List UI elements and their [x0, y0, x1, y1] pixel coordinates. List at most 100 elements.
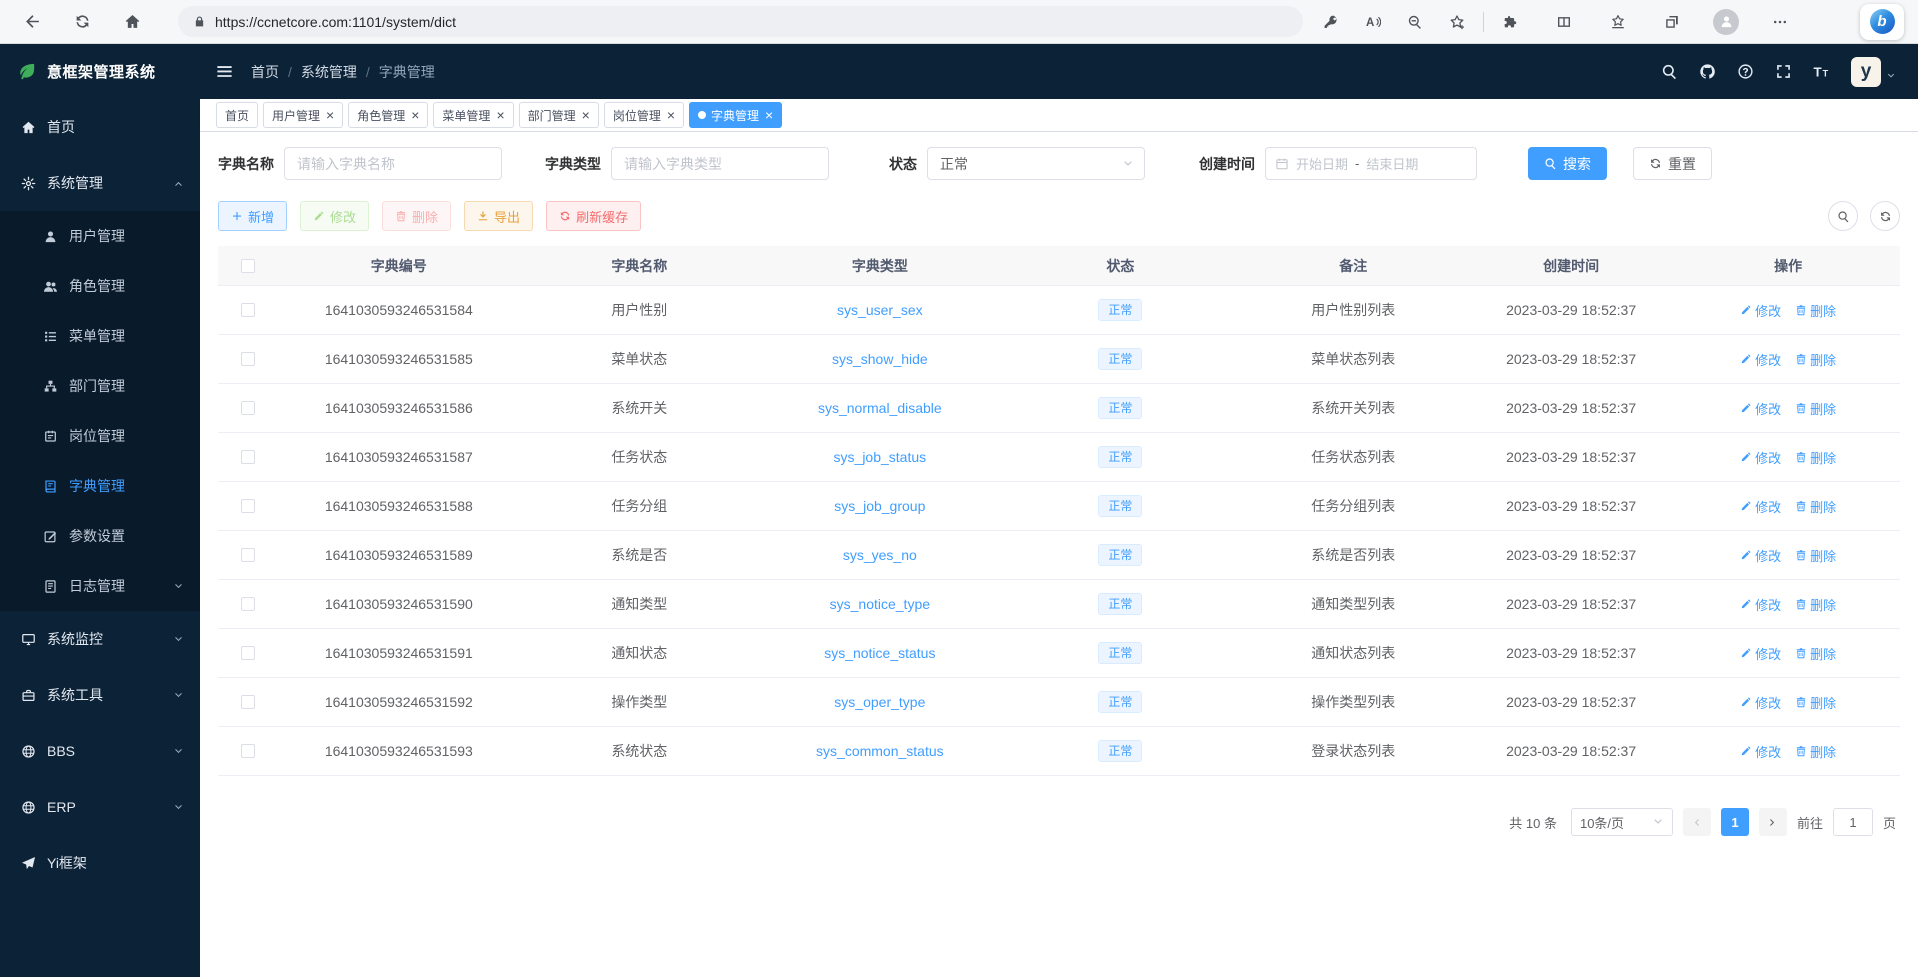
sidebar-item-erp[interactable]: ERP [0, 779, 200, 835]
dict-type-input[interactable] [611, 147, 829, 180]
row-delete-button[interactable]: 删除 [1795, 399, 1836, 418]
row-checkbox[interactable] [241, 744, 255, 758]
address-bar[interactable]: https://ccnetcore.com:1101/system/dict [178, 6, 1303, 37]
breadcrumb-item[interactable]: 首页 [251, 62, 279, 82]
refresh-table-button[interactable] [1870, 201, 1900, 231]
next-page-button[interactable] [1759, 808, 1787, 836]
collections-button[interactable] [1654, 5, 1690, 39]
dict-type-link[interactable]: sys_job_status [834, 449, 927, 465]
edit-button[interactable]: 修改 [300, 201, 369, 231]
sidebar-item-system[interactable]: 系统管理 [0, 155, 200, 211]
row-checkbox[interactable] [241, 303, 255, 317]
row-edit-button[interactable]: 修改 [1740, 595, 1781, 614]
tab-user[interactable]: 用户管理× [263, 102, 343, 128]
sidebar-item-user[interactable]: 用户管理 [0, 211, 200, 261]
row-edit-button[interactable]: 修改 [1740, 497, 1781, 516]
row-edit-button[interactable]: 修改 [1740, 742, 1781, 761]
row-delete-button[interactable]: 删除 [1795, 742, 1836, 761]
bing-sidebar-button[interactable] [1860, 4, 1904, 40]
row-checkbox[interactable] [241, 499, 255, 513]
favorites-bar-button[interactable] [1600, 5, 1636, 39]
row-checkbox[interactable] [241, 646, 255, 660]
dict-type-link[interactable]: sys_notice_type [830, 596, 930, 612]
toggle-search-button[interactable] [1828, 201, 1858, 231]
sidebar-item-post[interactable]: 岗位管理 [0, 411, 200, 461]
tab-close-icon[interactable]: × [411, 108, 419, 122]
row-checkbox[interactable] [241, 597, 255, 611]
row-edit-button[interactable]: 修改 [1740, 350, 1781, 369]
row-delete-button[interactable]: 删除 [1795, 350, 1836, 369]
select-all-checkbox[interactable] [241, 259, 255, 273]
row-delete-button[interactable]: 删除 [1795, 448, 1836, 467]
goto-page-input[interactable] [1833, 808, 1873, 836]
row-checkbox[interactable] [241, 401, 255, 415]
tab-post[interactable]: 岗位管理× [604, 102, 684, 128]
row-edit-button[interactable]: 修改 [1740, 644, 1781, 663]
row-edit-button[interactable]: 修改 [1740, 448, 1781, 467]
sidebar-item-menu[interactable]: 菜单管理 [0, 311, 200, 361]
browser-home-button[interactable] [114, 5, 150, 39]
zoom-button[interactable] [1397, 5, 1433, 39]
dict-type-link[interactable]: sys_user_sex [837, 302, 923, 318]
row-checkbox[interactable] [241, 695, 255, 709]
dict-type-link[interactable]: sys_common_status [816, 743, 944, 759]
user-avatar-button[interactable] [1851, 57, 1881, 87]
github-button[interactable] [1699, 63, 1716, 80]
sidebar-toggle-button[interactable] [215, 62, 234, 81]
dict-type-link[interactable]: sys_job_group [834, 498, 925, 514]
row-edit-button[interactable]: 修改 [1740, 546, 1781, 565]
tab-home[interactable]: 首页 [216, 102, 258, 128]
dict-type-link[interactable]: sys_yes_no [843, 547, 917, 563]
sidebar-item-home[interactable]: 首页 [0, 99, 200, 155]
back-button[interactable] [14, 5, 50, 39]
password-button[interactable] [1313, 5, 1349, 39]
dict-type-link[interactable]: sys_normal_disable [818, 400, 942, 416]
row-delete-button[interactable]: 删除 [1795, 644, 1836, 663]
sidebar-item-dict[interactable]: 字典管理 [0, 461, 200, 511]
header-search-button[interactable] [1661, 63, 1678, 80]
row-delete-button[interactable]: 删除 [1795, 693, 1836, 712]
row-delete-button[interactable]: 删除 [1795, 546, 1836, 565]
tab-role[interactable]: 角色管理× [348, 102, 428, 128]
help-button[interactable] [1737, 63, 1754, 80]
status-select[interactable]: 正常 [927, 147, 1145, 180]
sidebar-item-config[interactable]: 参数设置 [0, 511, 200, 561]
row-checkbox[interactable] [241, 548, 255, 562]
tab-close-icon[interactable]: × [582, 108, 590, 122]
row-edit-button[interactable]: 修改 [1740, 301, 1781, 320]
sidebar-item-tool[interactable]: 系统工具 [0, 667, 200, 723]
refresh-cache-button[interactable]: 刷新缓存 [546, 201, 641, 231]
date-range-picker[interactable]: 开始日期 - 结束日期 [1265, 147, 1477, 180]
extensions-button[interactable] [1492, 5, 1528, 39]
breadcrumb-item[interactable]: 系统管理 [301, 62, 357, 82]
page-size-select[interactable]: 10条/页 [1571, 808, 1673, 836]
read-aloud-button[interactable]: A [1355, 5, 1391, 39]
sidebar-item-role[interactable]: 角色管理 [0, 261, 200, 311]
profile-button[interactable] [1708, 5, 1744, 39]
refresh-button[interactable] [64, 5, 100, 39]
row-checkbox[interactable] [241, 450, 255, 464]
font-size-button[interactable]: TT [1813, 63, 1830, 80]
row-delete-button[interactable]: 删除 [1795, 595, 1836, 614]
row-delete-button[interactable]: 删除 [1795, 301, 1836, 320]
sidebar-item-monitor[interactable]: 系统监控 [0, 611, 200, 667]
row-edit-button[interactable]: 修改 [1740, 693, 1781, 712]
tab-close-icon[interactable]: × [765, 108, 773, 122]
sidebar-item-log[interactable]: 日志管理 [0, 561, 200, 611]
row-checkbox[interactable] [241, 352, 255, 366]
delete-button[interactable]: 删除 [382, 201, 451, 231]
row-edit-button[interactable]: 修改 [1740, 399, 1781, 418]
tab-close-icon[interactable]: × [667, 108, 675, 122]
row-delete-button[interactable]: 删除 [1795, 497, 1836, 516]
tab-dept[interactable]: 部门管理× [519, 102, 599, 128]
sidebar-item-yi[interactable]: Yi框架 [0, 835, 200, 891]
reset-button[interactable]: 重置 [1633, 147, 1712, 180]
dict-type-link[interactable]: sys_notice_status [824, 645, 935, 661]
dict-name-input[interactable] [284, 147, 502, 180]
sidebar-item-dept[interactable]: 部门管理 [0, 361, 200, 411]
favorite-button[interactable] [1439, 5, 1475, 39]
tab-menu[interactable]: 菜单管理× [433, 102, 513, 128]
fullscreen-button[interactable] [1775, 63, 1792, 80]
browser-menu-button[interactable] [1762, 5, 1798, 39]
tab-dict[interactable]: 字典管理× [689, 102, 782, 128]
